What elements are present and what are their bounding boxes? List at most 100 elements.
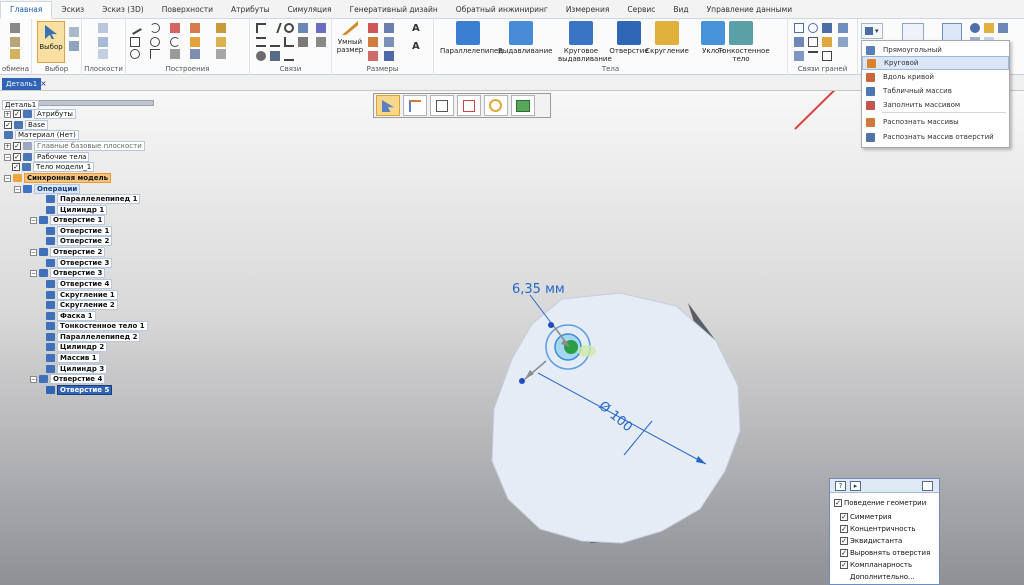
- plane-angle-icon[interactable]: [98, 49, 108, 59]
- tab-6[interactable]: Генеративный дизайн: [341, 5, 447, 18]
- face-tangent-icon[interactable]: [822, 37, 832, 47]
- perpendicular-icon[interactable]: [256, 23, 266, 33]
- help-button[interactable]: ?: [835, 481, 846, 491]
- face-relations-more-icon[interactable]: [838, 23, 848, 33]
- solid-button-4[interactable]: Скругление: [644, 21, 690, 55]
- arc-icon[interactable]: [150, 23, 160, 33]
- geometry-option[interactable]: ✓ Выровнять отверстия: [840, 547, 930, 558]
- pattern-menu-item[interactable]: Вдоль кривой: [862, 70, 1009, 84]
- solid-button-6[interactable]: Тонкостенное тело: [718, 21, 770, 63]
- select-filter-icon[interactable]: [69, 27, 79, 37]
- play-button[interactable]: ▸: [850, 481, 861, 491]
- select-tool-icon[interactable]: [69, 41, 79, 51]
- solid-button-1[interactable]: Выдавливание: [498, 21, 552, 55]
- geometry-option[interactable]: ✓ Компланарность: [840, 559, 912, 570]
- geometry-option[interactable]: ✓ Симметрия: [840, 511, 892, 522]
- face-offset-icon[interactable]: [794, 51, 804, 61]
- option-checkbox[interactable]: ✓: [840, 536, 848, 545]
- zoom-icon[interactable]: [970, 23, 980, 33]
- pattern-menu-item[interactable]: Распознать массивы: [862, 115, 1009, 129]
- smart-dimension-button[interactable]: Умный размер: [336, 21, 364, 54]
- relations-handle-icon[interactable]: [316, 23, 326, 33]
- project-icon[interactable]: [216, 23, 226, 33]
- face-horizontal-icon[interactable]: [808, 51, 818, 61]
- ellipse-icon[interactable]: [130, 49, 140, 59]
- line-icon[interactable]: [128, 21, 142, 35]
- tangent-icon[interactable]: [298, 23, 308, 33]
- offset-icon[interactable]: [216, 37, 226, 47]
- face-concentric-icon[interactable]: [808, 23, 818, 33]
- rectangle-icon[interactable]: [130, 37, 140, 47]
- rotate-icon[interactable]: [998, 23, 1008, 33]
- point-icon[interactable]: [256, 51, 266, 61]
- option-checkbox[interactable]: ✓: [840, 524, 848, 533]
- pin-icon[interactable]: [922, 481, 933, 491]
- face-perpendicular-icon[interactable]: [794, 37, 804, 47]
- move-icon[interactable]: [190, 37, 200, 47]
- corner-icon[interactable]: [150, 49, 160, 59]
- close-icon[interactable]: ×: [40, 78, 48, 90]
- circle-icon[interactable]: [150, 37, 160, 47]
- symmetric-dimension-icon[interactable]: [384, 37, 394, 47]
- relations-lock-icon[interactable]: [316, 37, 326, 47]
- cut-icon[interactable]: [10, 23, 20, 33]
- curve-icon[interactable]: [170, 23, 180, 33]
- option-checkbox[interactable]: ✓: [840, 560, 848, 569]
- tab-11[interactable]: Управление данными: [698, 5, 801, 18]
- angle-dimension-icon[interactable]: [384, 23, 394, 33]
- face-ground-icon[interactable]: [822, 51, 832, 61]
- text-style-icon[interactable]: A: [412, 41, 420, 52]
- option-checkbox[interactable]: ✓: [840, 548, 848, 557]
- equal-icon[interactable]: [256, 37, 266, 47]
- pan-icon[interactable]: [984, 23, 994, 33]
- partial-circle-icon[interactable]: [170, 37, 180, 47]
- document-tab[interactable]: Деталь1: [2, 78, 42, 90]
- symmetric-icon[interactable]: [270, 51, 280, 61]
- panel-title-row[interactable]: ✓ Поведение геометрии: [834, 497, 926, 508]
- tab-0[interactable]: Главная: [0, 1, 53, 19]
- more-options-link[interactable]: Дополнительно...: [850, 571, 915, 582]
- tab-9[interactable]: Сервис: [618, 5, 664, 18]
- coordinate-dimension-icon[interactable]: [368, 37, 378, 47]
- pattern-menu-item[interactable]: Распознать массив отверстий: [862, 130, 1009, 144]
- select-button[interactable]: Выбор: [37, 21, 65, 63]
- plane-icon[interactable]: [98, 23, 108, 33]
- face-parallel-icon[interactable]: [822, 23, 832, 33]
- option-checkbox[interactable]: ✓: [840, 512, 848, 521]
- pattern-dropdown-button[interactable]: ▾: [861, 23, 883, 39]
- tab-5[interactable]: Симуляция: [279, 5, 341, 18]
- face-relations-options-icon[interactable]: [838, 37, 848, 47]
- rigid-icon[interactable]: [284, 51, 294, 61]
- pattern-menu-item[interactable]: Прямоугольный: [862, 43, 1009, 57]
- distance-dimension-icon[interactable]: [368, 23, 378, 33]
- extend-icon[interactable]: [170, 49, 180, 59]
- concentric-icon[interactable]: [284, 23, 294, 33]
- pattern-menu-item[interactable]: Заполнить массивом: [862, 98, 1009, 112]
- tab-10[interactable]: Вид: [664, 5, 697, 18]
- geometry-option[interactable]: ✓ Концентричность: [840, 523, 916, 534]
- tab-2[interactable]: Эскиз (3D): [93, 5, 153, 18]
- face-symmetric-icon[interactable]: [808, 37, 818, 47]
- pattern-menu-item[interactable]: Табличный массив: [862, 84, 1009, 98]
- tab-8[interactable]: Измерения: [557, 5, 619, 18]
- tab-3[interactable]: Поверхности: [153, 5, 222, 18]
- solid-button-2[interactable]: Круговое выдавливание: [558, 21, 612, 63]
- solid-button-0[interactable]: Параллелепипед: [440, 21, 503, 55]
- mirror-icon[interactable]: [190, 49, 200, 59]
- fix-icon[interactable]: [284, 37, 294, 47]
- geometry-option[interactable]: ✓ Эквидистанта: [840, 535, 902, 546]
- panel-title-checkbox[interactable]: ✓: [834, 498, 842, 507]
- copy-icon[interactable]: [10, 37, 20, 47]
- angular-coordinate-icon[interactable]: [368, 51, 378, 61]
- parallel-icon[interactable]: [268, 23, 282, 33]
- tab-4[interactable]: Атрибуты: [222, 5, 279, 18]
- paste-icon[interactable]: [10, 49, 20, 59]
- dimension-table-icon[interactable]: [384, 51, 394, 61]
- collinear-icon[interactable]: [298, 37, 308, 47]
- pattern-menu-item[interactable]: Круговой: [862, 56, 1009, 70]
- graphics-viewport[interactable]: Деталь1 + ✓ Атрибуты ✓ Base Материал (Нет) + ✓ Г…: [0, 91, 1024, 585]
- fillet-sketch-icon[interactable]: [190, 23, 200, 33]
- horizontal-icon[interactable]: [270, 37, 280, 47]
- tab-7[interactable]: Обратный инжиниринг: [447, 5, 557, 18]
- plane-offset-icon[interactable]: [98, 37, 108, 47]
